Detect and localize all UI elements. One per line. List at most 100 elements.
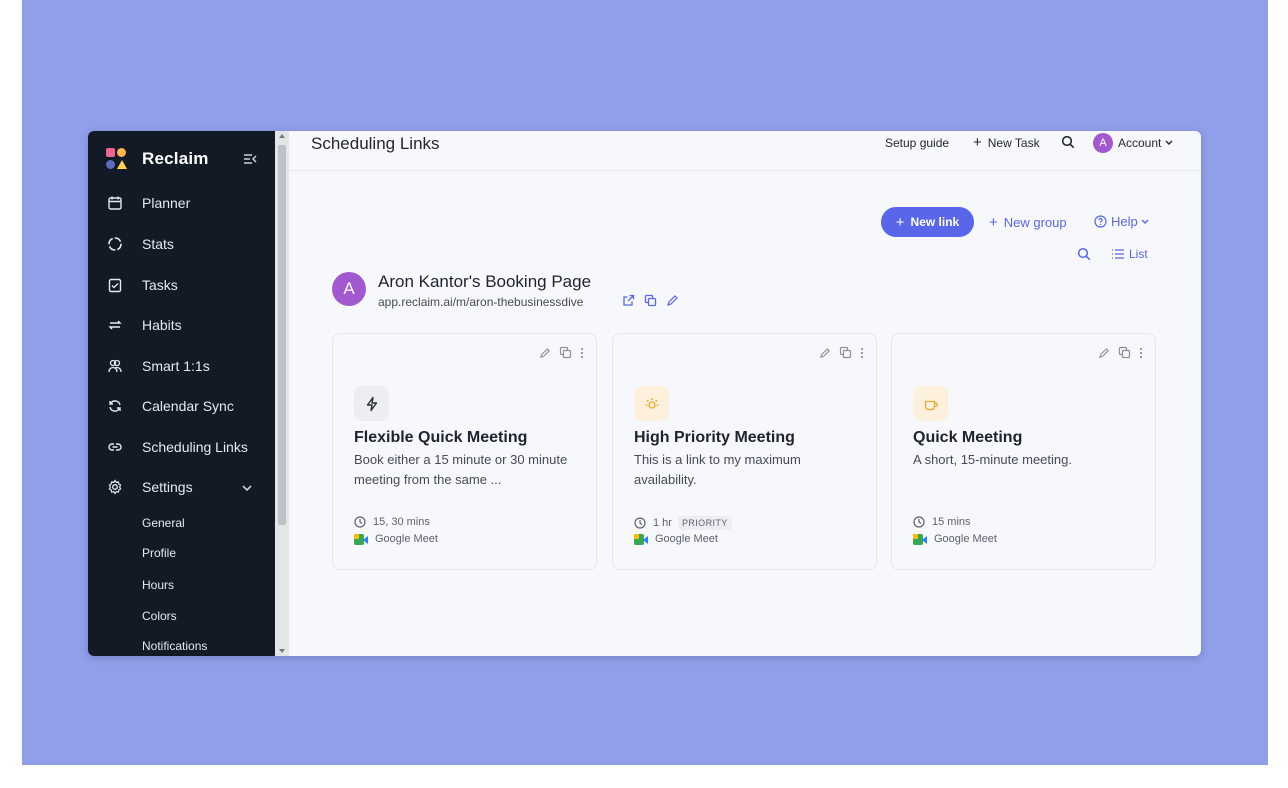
avatar: A <box>332 272 366 306</box>
new-task-label: New Task <box>987 136 1040 150</box>
google-meet-icon <box>913 533 927 545</box>
conference-text: Google Meet <box>655 533 718 545</box>
sidebar-item-habits[interactable]: Habits <box>106 314 182 336</box>
search-icon[interactable] <box>1061 135 1075 149</box>
more-options-icon[interactable] <box>1139 347 1143 359</box>
card-description: Book either a 15 minute or 30 minute mee… <box>354 452 568 487</box>
pencil-icon[interactable] <box>1098 347 1110 359</box>
more-options-icon[interactable] <box>580 347 584 359</box>
top-bar: Scheduling Links Setup guide + New Task … <box>289 131 1201 171</box>
booking-page-url[interactable]: app.reclaim.ai/m/aron-thebusinessdive <box>378 295 583 309</box>
gear-icon <box>106 478 124 496</box>
conference-text: Google Meet <box>375 533 438 545</box>
chevron-down-icon[interactable] <box>242 481 252 495</box>
sidebar-item-label: Stats <box>142 236 174 252</box>
sidebar-scrollbar[interactable] <box>275 131 289 656</box>
help-menu[interactable]: Help <box>1094 214 1149 229</box>
card-conference: Google Meet <box>354 533 438 545</box>
avatar: A <box>1093 133 1113 153</box>
settings-sub-profile[interactable]: Profile <box>142 546 176 560</box>
card-actions <box>819 346 864 359</box>
sidebar: Reclaim Planner Stats Tasks Habits Smart… <box>88 131 275 656</box>
sidebar-item-tasks[interactable]: Tasks <box>106 274 178 296</box>
reclaim-logo-icon <box>106 148 127 170</box>
habits-icon <box>106 316 124 334</box>
sidebar-item-stats[interactable]: Stats <box>106 233 174 255</box>
pencil-icon[interactable] <box>666 294 679 307</box>
sidebar-item-label: Settings <box>142 479 193 495</box>
app-window: Reclaim Planner Stats Tasks Habits Smart… <box>88 131 1201 656</box>
card-title: Quick Meeting <box>913 429 1023 446</box>
external-link-icon[interactable] <box>622 294 635 307</box>
scheduling-link-card[interactable]: High Priority Meeting This is a link to … <box>612 333 877 570</box>
help-icon <box>1094 215 1107 228</box>
booking-page-title: Aron Kantor's Booking Page <box>378 272 592 291</box>
settings-sub-hours[interactable]: Hours <box>142 578 174 592</box>
card-duration: 15, 30 mins <box>354 516 430 528</box>
sidebar-item-label: Habits <box>142 317 182 333</box>
sidebar-item-label: Tasks <box>142 277 178 293</box>
card-conference: Google Meet <box>913 533 997 545</box>
collapse-sidebar-icon[interactable] <box>242 151 258 167</box>
settings-sub-general[interactable]: General <box>142 516 185 530</box>
sidebar-item-scheduling-links[interactable]: Scheduling Links <box>106 436 248 458</box>
copy-icon[interactable] <box>559 346 572 359</box>
tasks-icon <box>106 276 124 294</box>
setup-guide-link[interactable]: Setup guide <box>885 136 949 150</box>
copy-icon[interactable] <box>839 346 852 359</box>
sun-icon <box>634 386 669 421</box>
sidebar-item-label: Planner <box>142 195 191 211</box>
sidebar-item-label: Smart 1:1s <box>142 358 210 374</box>
more-options-icon[interactable] <box>860 347 864 359</box>
list-label: List <box>1129 247 1148 261</box>
card-title: High Priority Meeting <box>634 429 795 446</box>
duration-text: 15, 30 mins <box>373 516 430 528</box>
account-label: Account <box>1118 136 1162 150</box>
plus-icon: + <box>989 214 998 231</box>
card-description: A short, 15-minute meeting. <box>913 452 1072 467</box>
sidebar-item-calendar-sync[interactable]: Calendar Sync <box>106 395 234 417</box>
google-meet-icon <box>634 533 648 545</box>
card-description: This is a link to my maximum availabilit… <box>634 452 801 487</box>
card-actions <box>539 346 584 359</box>
calendar-icon <box>106 194 124 212</box>
help-label: Help <box>1111 214 1138 229</box>
scheduling-link-card[interactable]: Flexible Quick Meeting Book either a 15 … <box>332 333 597 570</box>
pencil-icon[interactable] <box>539 347 551 359</box>
clock-icon <box>913 516 925 528</box>
brand-name: Reclaim <box>142 149 209 168</box>
sidebar-item-planner[interactable]: Planner <box>106 192 190 214</box>
search-icon[interactable] <box>1077 247 1091 261</box>
people-icon <box>106 357 124 375</box>
scheduling-link-card[interactable]: Quick Meeting A short, 15-minute meeting… <box>891 333 1156 570</box>
copy-icon[interactable] <box>644 294 657 307</box>
sidebar-item-settings[interactable]: Settings <box>106 476 193 498</box>
conference-text: Google Meet <box>934 533 997 545</box>
settings-sub-notifications[interactable]: Notifications <box>142 639 207 653</box>
new-link-label: New link <box>910 215 960 229</box>
card-duration: 15 mins <box>913 516 971 528</box>
brand[interactable]: Reclaim <box>106 147 209 171</box>
coffee-icon <box>913 386 948 421</box>
copy-icon[interactable] <box>1118 346 1131 359</box>
scroll-down-icon[interactable] <box>279 649 285 653</box>
account-menu[interactable]: A Account <box>1093 133 1173 153</box>
sidebar-item-smart-1-1s[interactable]: Smart 1:1s <box>106 355 210 377</box>
chevron-down-icon <box>1165 140 1173 145</box>
sidebar-item-label: Scheduling Links <box>142 439 248 455</box>
sync-icon <box>106 397 124 415</box>
scrollbar-thumb[interactable] <box>278 145 286 525</box>
card-duration: 1 hr PRIORITY <box>634 516 732 530</box>
new-group-label: New group <box>1003 215 1067 230</box>
new-group-button[interactable]: + New group <box>989 214 1067 231</box>
new-link-button[interactable]: + New link <box>881 207 974 237</box>
card-actions <box>1098 346 1143 359</box>
settings-sub-colors[interactable]: Colors <box>142 609 177 623</box>
sidebar-item-label: Calendar Sync <box>142 398 234 414</box>
pencil-icon[interactable] <box>819 347 831 359</box>
list-view-toggle[interactable]: List <box>1112 247 1148 261</box>
card-conference: Google Meet <box>634 533 718 545</box>
new-task-button[interactable]: + New Task <box>973 135 1040 150</box>
scroll-up-icon[interactable] <box>279 134 285 138</box>
link-icon <box>106 438 124 456</box>
